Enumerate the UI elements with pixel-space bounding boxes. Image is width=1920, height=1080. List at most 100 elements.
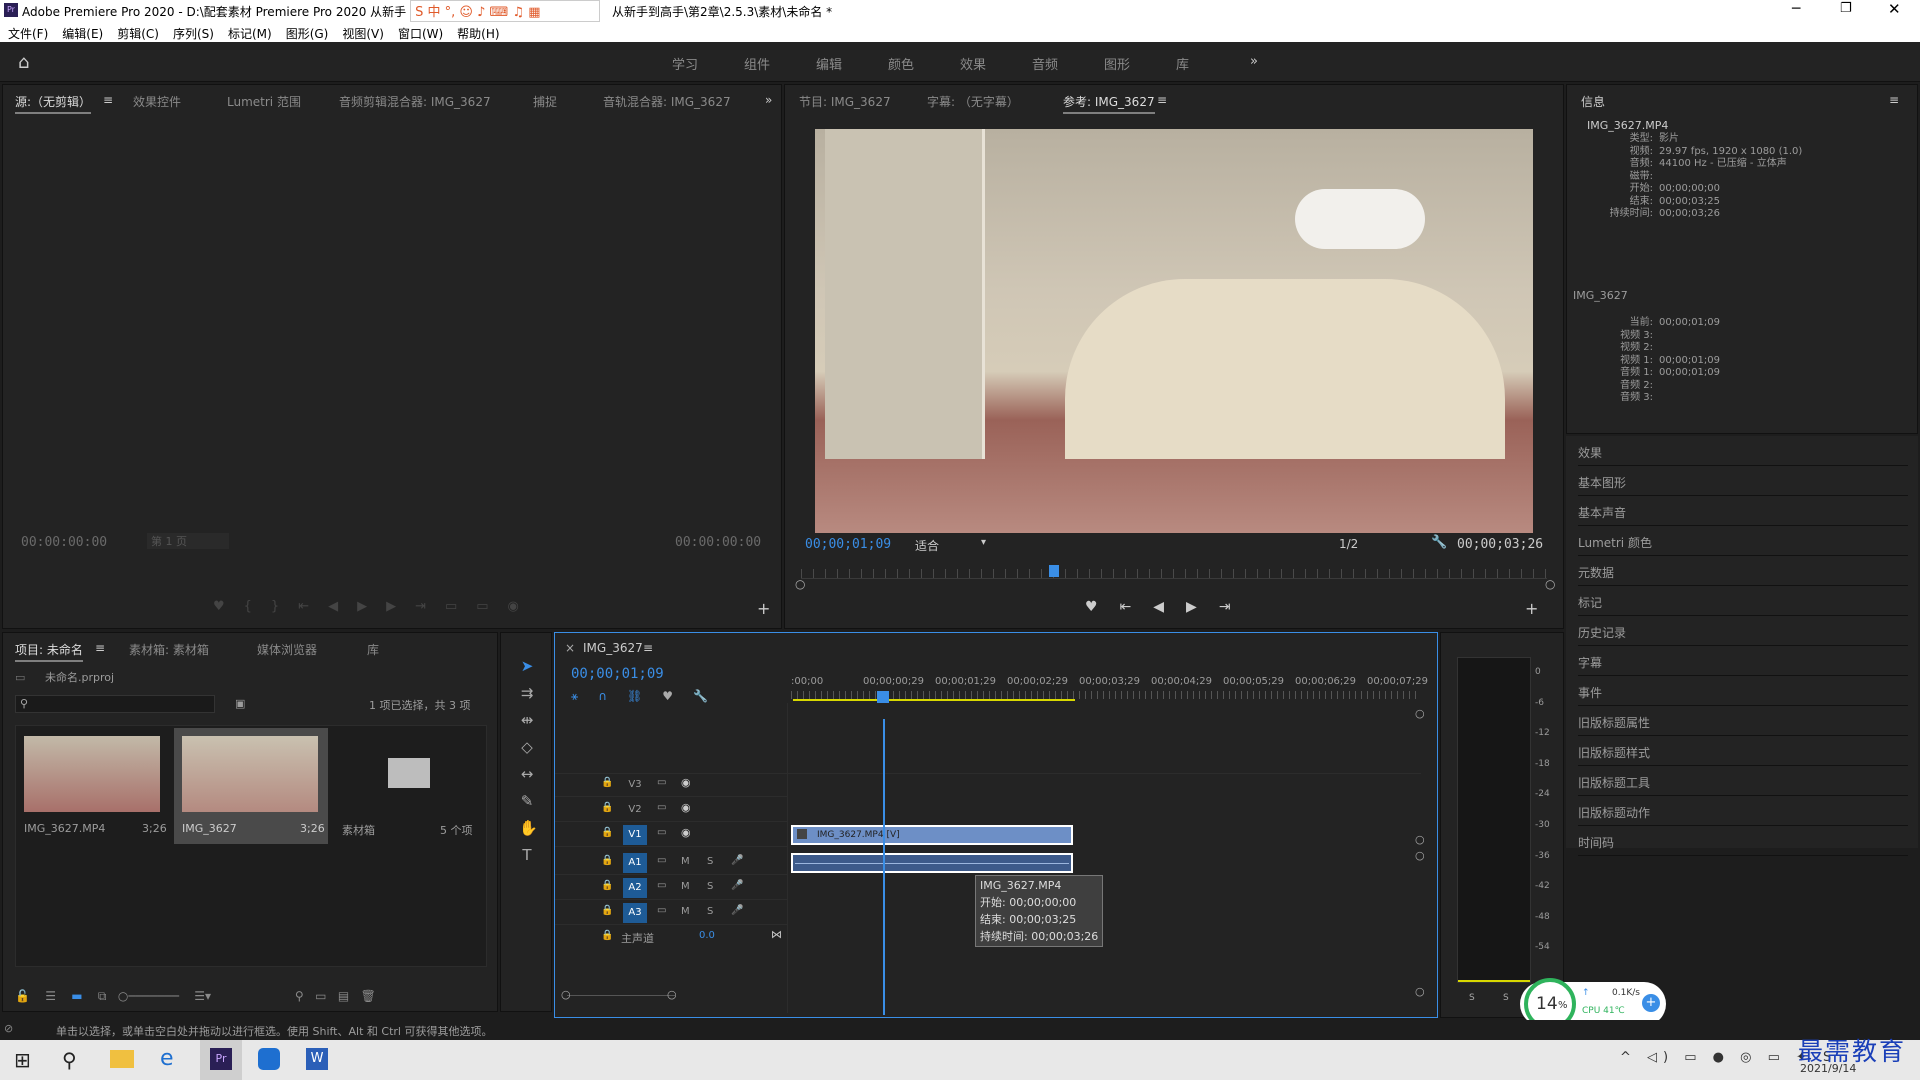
- windows-start-icon[interactable]: ⊞: [14, 1048, 31, 1072]
- zoom-scrollbar[interactable]: ○ ○: [561, 988, 677, 1007]
- panel-list-item[interactable]: 效果: [1578, 440, 1908, 466]
- track-label[interactable]: V1: [623, 825, 647, 845]
- solo-button[interactable]: S: [1503, 993, 1509, 1003]
- menu-item[interactable]: 视图(V): [342, 27, 384, 41]
- add-button-icon[interactable]: +: [1525, 599, 1538, 618]
- trash-icon[interactable]: 🗑: [361, 989, 376, 1003]
- slip-tool-icon[interactable]: ↔: [519, 761, 535, 788]
- pen-tool-icon[interactable]: ✎: [519, 788, 535, 815]
- tab-libraries[interactable]: 库: [367, 641, 379, 658]
- mic-icon[interactable]: 🎤: [731, 905, 743, 916]
- info-title[interactable]: 信息: [1581, 93, 1605, 110]
- edge-icon[interactable]: e: [160, 1046, 174, 1071]
- panel-menu-icon[interactable]: ≡: [103, 93, 113, 107]
- solo-button[interactable]: S: [707, 906, 713, 917]
- lock-icon[interactable]: 🔒: [601, 777, 613, 788]
- tab-captions[interactable]: 字幕: （无字幕）: [927, 93, 1019, 110]
- tab-lumetri-scopes[interactable]: Lumetri 范围: [227, 93, 301, 110]
- ripple-edit-tool-icon[interactable]: ⇹: [519, 707, 535, 734]
- panel-menu-icon[interactable]: ≡: [95, 641, 105, 655]
- tab-capture[interactable]: 捕捉: [533, 93, 557, 110]
- settings-icon[interactable]: 🔧: [693, 689, 728, 703]
- selection-tool-icon[interactable]: ➤: [519, 653, 535, 680]
- scroll-handle-icon[interactable]: ○: [1415, 985, 1425, 998]
- zoom-handle-left[interactable]: ○: [561, 988, 571, 1001]
- playhead-handle-icon[interactable]: [877, 691, 889, 703]
- maximize-icon[interactable]: ❐: [1840, 1, 1852, 16]
- marker-icon[interactable]: ♥: [662, 689, 693, 703]
- eye-icon[interactable]: ◉: [681, 801, 691, 814]
- clip-thumbnail[interactable]: [24, 736, 160, 812]
- premiere-taskbar-icon[interactable]: Pr: [210, 1048, 232, 1070]
- menu-item[interactable]: 序列(S): [173, 27, 214, 41]
- zoom-slider[interactable]: ○───────: [118, 989, 179, 1003]
- work-area-bar[interactable]: [793, 699, 1075, 701]
- lock-icon[interactable]: 🔒: [601, 802, 613, 813]
- new-bin-icon[interactable]: ▭: [315, 989, 326, 1003]
- type-tool-icon[interactable]: T: [519, 842, 535, 869]
- add-button-icon[interactable]: +: [757, 599, 770, 618]
- solo-button[interactable]: S: [707, 881, 713, 892]
- ws-audio[interactable]: 音频: [1032, 54, 1058, 73]
- track-label[interactable]: V2: [623, 800, 647, 820]
- tools[interactable]: ➤ ⇉ ⇹ ◇ ↔ ✎ ✋ T: [519, 653, 538, 869]
- solo-button[interactable]: S: [707, 856, 713, 867]
- ws-learn[interactable]: 学习: [672, 54, 698, 73]
- panel-list-item[interactable]: 事件: [1578, 680, 1908, 706]
- menu-item[interactable]: 窗口(W): [398, 27, 443, 41]
- panel-list-item[interactable]: 基本声音: [1578, 500, 1908, 526]
- resolution-select[interactable]: 1/2: [1339, 537, 1419, 553]
- sync-lock-icon[interactable]: ▭: [657, 905, 666, 916]
- menu-item[interactable]: 文件(F): [8, 27, 48, 41]
- ws-color[interactable]: 颜色: [888, 54, 914, 73]
- panel-list-item[interactable]: 旧版标题属性: [1578, 710, 1908, 736]
- panel-list-item[interactable]: 旧版标题工具: [1578, 770, 1908, 796]
- new-item-icon[interactable]: ▤: [338, 989, 349, 1003]
- panel-list-item[interactable]: 历史记录: [1578, 620, 1908, 646]
- lock-icon[interactable]: 🔒: [601, 827, 613, 838]
- track-label[interactable]: A2: [623, 878, 647, 898]
- tab-project[interactable]: 项目: 未命名: [15, 641, 83, 662]
- sync-lock-icon[interactable]: ▭: [657, 827, 666, 838]
- razor-tool-icon[interactable]: ◇: [519, 734, 535, 761]
- scroll-handle-icon[interactable]: ○: [1415, 849, 1425, 862]
- mute-button[interactable]: M: [681, 906, 690, 917]
- source-transport-controls[interactable]: ♥{}⇤◀▶▶⇥▭▭◉: [213, 599, 538, 614]
- menu-item[interactable]: 图形(G): [286, 27, 329, 41]
- zoom-handle-right[interactable]: ○: [667, 988, 677, 1001]
- tab-program[interactable]: 节目: IMG_3627: [799, 93, 891, 110]
- eye-icon[interactable]: ◉: [681, 826, 691, 839]
- playhead-icon[interactable]: [1049, 565, 1059, 577]
- file-explorer-icon[interactable]: [110, 1050, 134, 1068]
- lock-icon[interactable]: 🔒: [601, 930, 613, 941]
- mute-button[interactable]: M: [681, 856, 690, 867]
- snap-icon[interactable]: ∩: [598, 689, 627, 703]
- search-icon[interactable]: ⚲: [62, 1048, 77, 1072]
- tab-timeline[interactable]: IMG_3627: [583, 641, 643, 655]
- menu-item[interactable]: 标记(M): [228, 27, 272, 41]
- panel-list-item[interactable]: 时间码: [1578, 830, 1908, 856]
- panel-menu-icon[interactable]: ≡: [1157, 93, 1167, 107]
- menu-item[interactable]: 剪辑(C): [117, 27, 159, 41]
- timeline-playhead[interactable]: [883, 719, 885, 1015]
- minimize-icon[interactable]: ─: [1792, 1, 1800, 17]
- lock-icon[interactable]: 🔒: [601, 905, 613, 916]
- timeline-ruler[interactable]: :00;00 00;00;00;29 00;00;01;29 00;00;02;29 0…: [791, 676, 1428, 690]
- new-bin-icon[interactable]: ▣: [235, 697, 245, 710]
- close-icon[interactable]: ✕: [1888, 0, 1901, 18]
- program-ruler[interactable]: [801, 569, 1547, 579]
- tab-audio-track-mixer[interactable]: 音轨混合器: IMG_3627: [603, 93, 731, 110]
- track-select-tool-icon[interactable]: ⇉: [519, 680, 535, 707]
- project-toolbar[interactable]: 🔓 ☰ ▬ ⧉ ○─────── ☰▾ ⚲ ▭ ▤ 🗑: [15, 989, 487, 1004]
- audio-clip[interactable]: [791, 853, 1073, 873]
- mute-button[interactable]: M: [681, 881, 690, 892]
- sort-icon[interactable]: ☰▾: [194, 989, 211, 1003]
- panel-list-item[interactable]: Lumetri 颜色: [1578, 530, 1908, 556]
- track-label[interactable]: A3: [623, 903, 647, 923]
- timeline-toggles[interactable]: ⚹∩⛓♥🔧: [571, 689, 728, 704]
- list-view-icon[interactable]: ☰: [45, 989, 56, 1003]
- tab-bin[interactable]: 素材箱: 素材箱: [129, 641, 209, 658]
- sync-lock-icon[interactable]: ▭: [657, 855, 666, 866]
- home-icon[interactable]: ⌂: [18, 52, 29, 73]
- ws-assembly[interactable]: 组件: [744, 54, 770, 73]
